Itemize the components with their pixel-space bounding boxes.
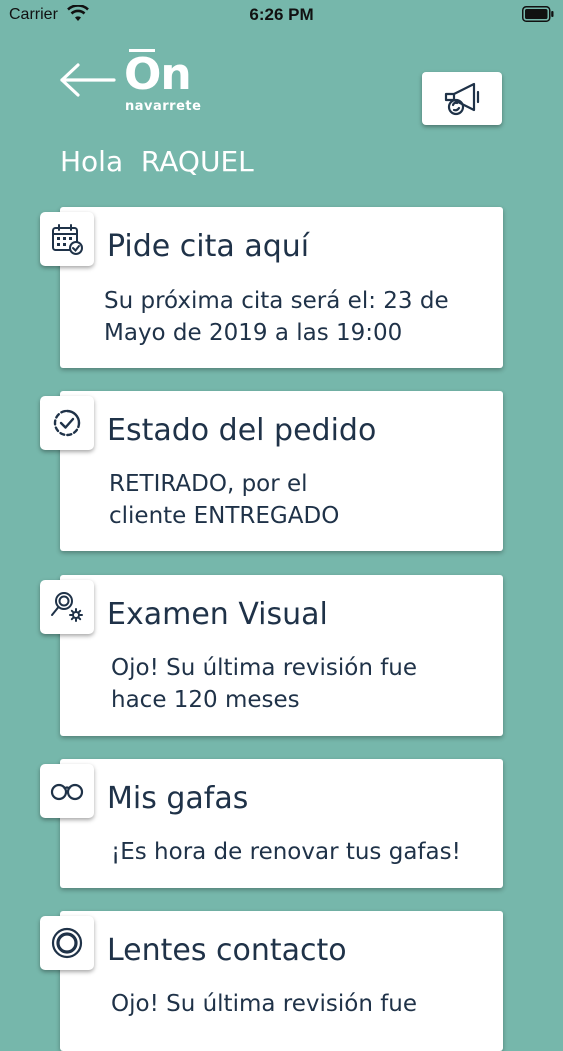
card-body: RETIRADO, por el cliente ENTREGADO [109, 471, 340, 529]
magnifier-gear-icon [51, 592, 83, 622]
card-body: Ojo! Su última revisión fue hace 120 mes… [111, 655, 418, 713]
card-title: Examen Visual [107, 597, 328, 632]
megaphone-icon [444, 82, 480, 115]
card-body: Ojo! Su última revisión fue [111, 991, 418, 1017]
status-bar: Carrier 6:26 PM [0, 0, 563, 30]
card-title: Estado del pedido [107, 413, 377, 448]
eye-exam-card[interactable]: Examen Visual Ojo! Su última revisión fu… [60, 575, 503, 736]
order-status-card[interactable]: Estado del pedido RETIRADO, por el clien… [60, 391, 503, 551]
calendar-icon-badge [40, 212, 94, 266]
contact-lens-icon [51, 927, 83, 959]
logo-mark: On [124, 49, 192, 100]
back-arrow-icon[interactable] [58, 62, 118, 98]
check-circle-icon [53, 409, 81, 437]
glasses-icon [50, 783, 84, 801]
card-body: ¡Es hora de renovar tus gafas! [111, 839, 461, 865]
battery-icon [522, 6, 554, 22]
card-title: Pide cita aquí [107, 229, 310, 264]
card-body: Su próxima cita será el: 23 de Mayo de 2… [104, 288, 449, 346]
card-title: Mis gafas [107, 781, 249, 816]
announcements-button[interactable] [422, 72, 502, 125]
clock: 6:26 PM [249, 5, 314, 24]
calendar-icon [52, 224, 83, 255]
brand-logo: On navarrete [124, 46, 210, 116]
logo-subtitle: navarrete [125, 99, 202, 114]
contact-lenses-card[interactable]: Lentes contacto Ojo! Su última revisión … [60, 911, 503, 1051]
glasses-icon-badge [40, 764, 94, 818]
magnifier-gear-icon-badge [40, 580, 94, 634]
contact-lens-icon-badge [40, 916, 94, 970]
my-glasses-card[interactable]: Mis gafas ¡Es hora de renovar tus gafas! [60, 759, 503, 888]
card-title: Lentes contacto [107, 933, 347, 968]
appointment-card[interactable]: Pide cita aquí Su próxima cita será el: … [60, 207, 503, 368]
check-circle-icon-badge [40, 396, 94, 450]
greeting: Hola RAQUEL [60, 145, 254, 178]
